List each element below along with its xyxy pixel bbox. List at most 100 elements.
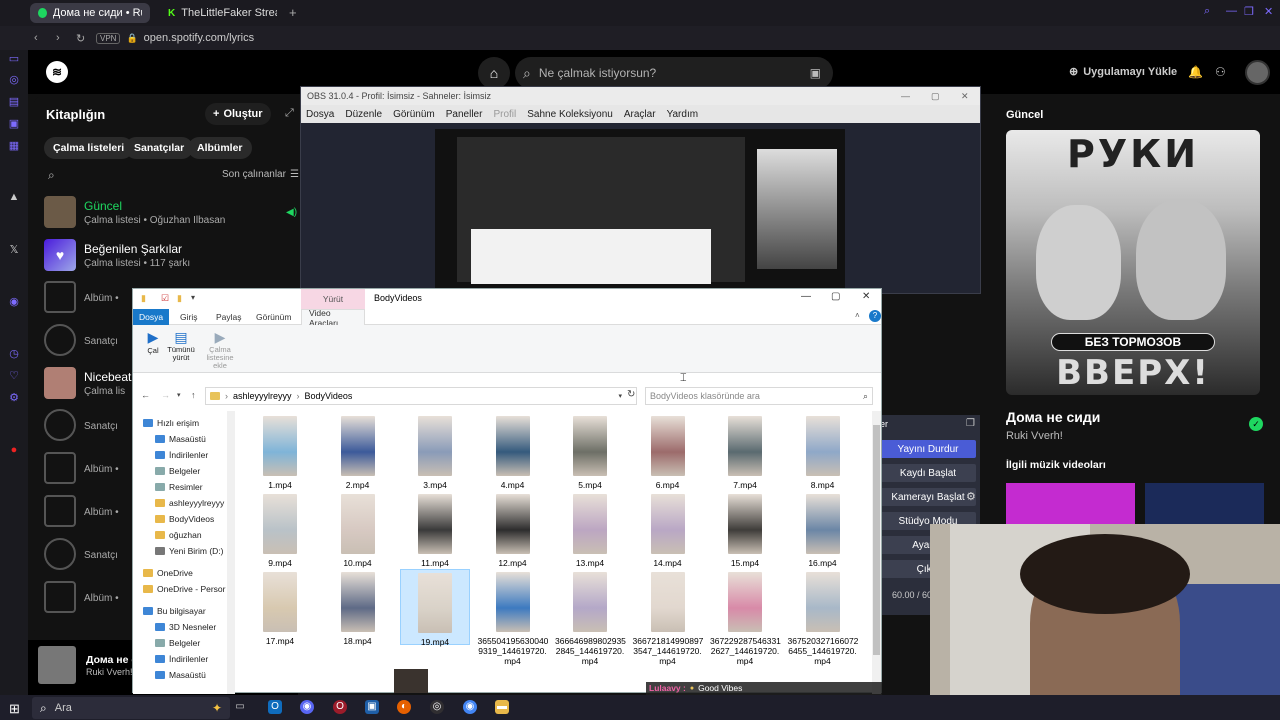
nav-item[interactable]: İndirilenler: [155, 651, 208, 667]
chip-artists[interactable]: Sanatçılar: [125, 137, 194, 159]
library-item[interactable]: Albüm •: [44, 577, 119, 617]
x-icon[interactable]: 𝕏: [7, 243, 21, 257]
firefox-icon[interactable]: ◐: [397, 700, 411, 714]
obs-menu-item[interactable]: Düzenle: [345, 109, 382, 120]
sidebar-icon[interactable]: ▦: [7, 139, 21, 153]
gear-icon[interactable]: ⚙: [966, 490, 976, 503]
saved-check-icon[interactable]: ✓: [1249, 417, 1263, 431]
file-item[interactable]: 367229287546331 2627_144619720. mp4: [710, 569, 781, 666]
breadcrumb[interactable]: › ashleyyylreyyy › BodyVideos ▾: [205, 387, 637, 405]
file-item[interactable]: 15.mp4: [710, 491, 780, 568]
up-icon[interactable]: ↑: [191, 390, 196, 400]
related-video-thumb[interactable]: [1145, 483, 1264, 525]
sort-button[interactable]: Son çalınanlar ☰: [222, 169, 299, 180]
obs-preview[interactable]: [435, 129, 845, 289]
sidebar-icon[interactable]: ▲: [7, 190, 21, 204]
minimize-icon[interactable]: —: [1226, 5, 1237, 17]
file-item[interactable]: 10.mp4: [323, 491, 393, 568]
file-item[interactable]: 366646989802935 2845_144619720. mp4: [555, 569, 626, 666]
file-item[interactable]: 367520327166072 6455_144619720. mp4: [788, 569, 858, 666]
obs-menu-item[interactable]: Profil: [493, 109, 516, 120]
close-icon[interactable]: ✕: [862, 291, 870, 302]
create-button[interactable]: + Oluştur: [205, 103, 271, 125]
opera-icon[interactable]: O: [333, 700, 347, 714]
library-item[interactable]: ♥ Beğenilen Şarkılar Çalma listesi • 117 ş…: [44, 235, 190, 275]
obs-control-button[interactable]: Yayını Durdur: [880, 440, 976, 458]
file-item[interactable]: 366721814990897 3547_144619720. mp4: [633, 569, 703, 666]
play-all-button[interactable]: ▤ Tümünü yürüt: [165, 329, 197, 362]
obs-menu-item[interactable]: Sahne Koleksiyonu: [527, 109, 613, 120]
file-item[interactable]: 12.mp4: [478, 491, 548, 568]
avatar[interactable]: [1245, 60, 1270, 85]
add-to-playlist-button[interactable]: ▶ Çalma listesine ekle: [203, 329, 237, 370]
maximize-icon[interactable]: ▢: [931, 91, 940, 102]
minimize-icon[interactable]: —: [801, 291, 811, 302]
library-title[interactable]: Kitaplığın: [46, 107, 105, 122]
file-item[interactable]: 4.mp4: [478, 413, 548, 490]
library-item[interactable]: Albüm •: [44, 491, 119, 531]
nav-item[interactable]: oğuzhan: [155, 527, 202, 543]
vpn-badge[interactable]: VPN: [96, 32, 121, 44]
nav-item[interactable]: İndirilenler: [155, 447, 208, 463]
file-item[interactable]: 8.mp4: [788, 413, 858, 490]
song-title[interactable]: Дома не сиди: [1006, 409, 1100, 425]
properties-icon[interactable]: ☑: [161, 293, 169, 304]
obs-icon[interactable]: ◎: [430, 700, 444, 714]
tab-share[interactable]: Paylaş: [209, 309, 249, 325]
file-item[interactable]: 365504195630040 9319_144619720. mp4: [478, 569, 548, 666]
file-explorer-icon[interactable]: ▬: [495, 700, 509, 714]
nav-item[interactable]: Masaüstü: [155, 667, 206, 683]
browse-icon[interactable]: ▣: [810, 66, 821, 80]
file-item[interactable]: 19.mp4: [400, 569, 470, 647]
library-item[interactable]: Nicebeatz Çalma lis: [44, 363, 137, 403]
tab-home[interactable]: Giriş: [173, 309, 204, 325]
sidebar-icon[interactable]: ◉: [7, 295, 21, 309]
file-item[interactable]: 1.mp4: [245, 413, 315, 490]
close-icon[interactable]: ✕: [1264, 5, 1273, 18]
grid-scrollbar[interactable]: [872, 411, 881, 694]
back-icon[interactable]: ‹: [34, 32, 48, 44]
obs-menu-item[interactable]: Dosya: [306, 109, 334, 120]
breadcrumb-item[interactable]: BodyVideos: [305, 391, 353, 401]
library-item[interactable]: Sanatçı: [44, 405, 118, 445]
task-view-icon[interactable]: ▭: [233, 700, 247, 714]
forward-icon[interactable]: ›: [56, 32, 70, 44]
nav-item[interactable]: OneDrive - Persor: [143, 581, 226, 597]
reload-icon[interactable]: ↻: [76, 32, 90, 45]
obs-menu-item[interactable]: Araçlar: [624, 109, 656, 120]
file-item[interactable]: 6.mp4: [633, 413, 703, 490]
sidebar-icon[interactable]: ▣: [7, 117, 21, 131]
tab-file[interactable]: Dosya: [133, 309, 169, 325]
search-icon[interactable]: ⌕: [48, 168, 55, 183]
nav-item[interactable]: 3D Nesneler: [155, 619, 216, 635]
artist-name[interactable]: Ruki Vverh!: [1006, 430, 1063, 442]
sidebar-icon[interactable]: ▤: [7, 95, 21, 109]
play-button[interactable]: ▶ Çal: [141, 329, 165, 355]
file-item[interactable]: 7.mp4: [710, 413, 780, 490]
nav-item[interactable]: Belgeler: [155, 635, 200, 651]
scrollbar-thumb[interactable]: [873, 425, 880, 655]
help-icon[interactable]: ?: [869, 310, 881, 322]
nav-item[interactable]: Belgeler: [155, 463, 200, 479]
windows-start-icon[interactable]: ⊞: [9, 701, 20, 717]
forward-icon[interactable]: →: [161, 390, 170, 400]
file-item[interactable]: 13.mp4: [555, 491, 625, 568]
obs-menu-item[interactable]: Yardım: [667, 109, 699, 120]
friends-icon[interactable]: ⚇: [1215, 65, 1226, 79]
obs-menu-item[interactable]: Paneller: [446, 109, 483, 120]
file-item[interactable]: 11.mp4: [400, 491, 470, 568]
file-item[interactable]: 3.mp4: [400, 413, 470, 490]
manage-tab[interactable]: Yürüt: [301, 289, 365, 309]
maximize-icon[interactable]: ❐: [1244, 5, 1254, 18]
nav-item[interactable]: Bu bilgisayar: [143, 603, 206, 619]
nav-item[interactable]: Yeni Birim (D:): [155, 543, 223, 559]
related-video-thumb[interactable]: [1006, 483, 1135, 525]
new-folder-icon[interactable]: ▮: [177, 293, 182, 304]
home-icon[interactable]: ⌂: [478, 57, 510, 89]
video-thumbnail[interactable]: [394, 669, 428, 693]
spotify-logo-icon[interactable]: ≋: [46, 61, 68, 83]
sidebar-icon[interactable]: ▭: [7, 52, 21, 66]
bell-icon[interactable]: 🔔: [1188, 65, 1203, 79]
sidebar-icon[interactable]: ◷: [7, 347, 21, 361]
file-item[interactable]: 2.mp4: [323, 413, 393, 490]
